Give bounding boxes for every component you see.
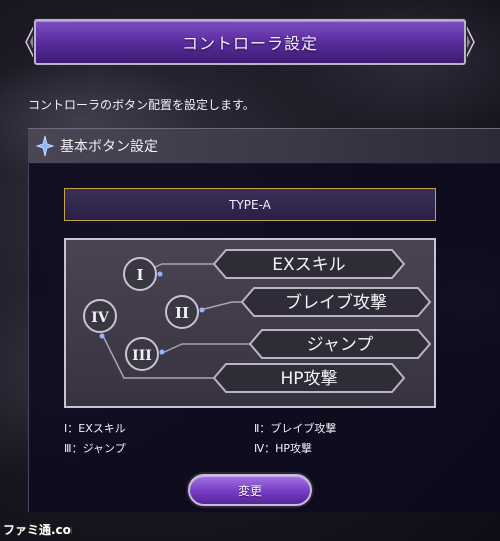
connector-iii [159,343,252,355]
diagram-svg: I II III IV EXスキル ブレイブ攻撃 ジャンプ HP攻撃 [83,249,432,393]
page-title: コントローラ設定 [181,34,318,53]
connector-ii [199,301,244,311]
legend-ii: Ⅱ：ブレイブ攻撃 [254,422,337,435]
numeral-iii: III [132,348,152,364]
layout-type-value: TYPE-A [229,197,271,212]
change-button-label: 変更 [237,483,262,498]
legend-i: Ⅰ：EXスキル [64,422,126,435]
section-header: 基本ボタン設定 [28,128,500,164]
numeral-ii: II [175,304,189,322]
numeral-i: I [136,266,143,284]
legend-iv: Ⅳ：HP攻撃 [254,442,313,455]
numeral-iv: IV [91,310,110,326]
legend-iii: Ⅲ：ジャンプ [64,442,126,455]
title-bar: コントローラ設定 [34,19,466,65]
action-label-iv: HP攻撃 [280,369,337,389]
description-text: コントローラのボタン配置を設定します。 [28,98,255,112]
button-layout-diagram: I II III IV EXスキル ブレイブ攻撃 ジャンプ HP攻撃 [64,238,436,408]
sparkle-icon [36,135,54,157]
layout-type-selector[interactable]: TYPE-A [64,188,436,221]
action-label-iii: ジャンプ [307,335,374,355]
watermark-logo: ファミ通.com [2,521,72,539]
change-button[interactable]: 変更 [188,474,312,506]
action-label-i: EXスキル [272,255,345,275]
connector-iv [101,333,216,379]
section-title: 基本ボタン設定 [60,139,158,155]
watermark-text: ファミ通.com [3,522,72,537]
action-label-ii: ブレイブ攻撃 [285,292,387,313]
